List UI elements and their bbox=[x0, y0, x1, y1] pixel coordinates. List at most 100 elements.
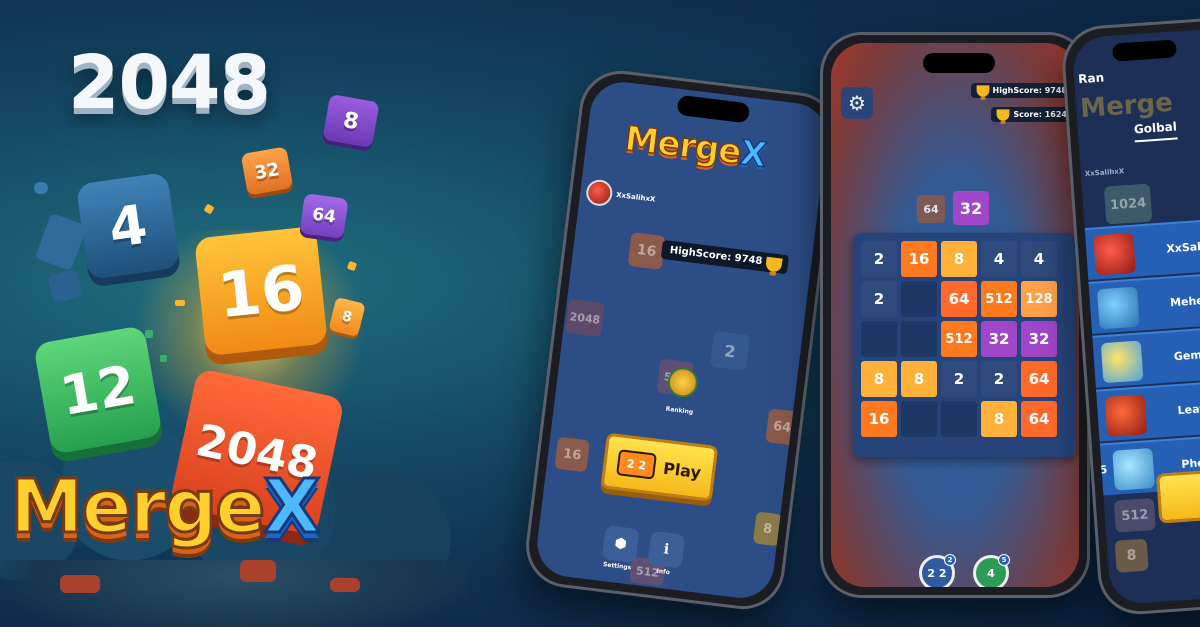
swap-booster-button[interactable]: 2 2 2 bbox=[919, 554, 956, 587]
ranking-button[interactable]: Ranking bbox=[664, 365, 700, 418]
board-tile[interactable]: 4 bbox=[981, 241, 1017, 277]
spark bbox=[160, 355, 167, 362]
info-button[interactable]: ℹ bbox=[647, 530, 686, 569]
bg-tile: 1024 bbox=[1103, 183, 1153, 225]
trophy-icon bbox=[765, 256, 783, 273]
settings-button[interactable]: ⚙ bbox=[841, 87, 873, 119]
board-tile[interactable]: 2 bbox=[861, 241, 897, 277]
trophy-icon bbox=[996, 109, 1010, 124]
bg-tile: 16 bbox=[627, 232, 666, 270]
blue-shard bbox=[46, 268, 84, 304]
board-tile[interactable]: 128 bbox=[1021, 281, 1057, 317]
board-tile[interactable]: 64 bbox=[941, 281, 977, 317]
settings-label: Settings bbox=[602, 561, 632, 572]
highscore-pill: HighScore: 9748 bbox=[660, 239, 790, 275]
bg-tile: 64 bbox=[765, 408, 800, 446]
blue-shard bbox=[34, 212, 88, 272]
board-tile[interactable]: 64 bbox=[1021, 401, 1057, 437]
player-name: Gem bbox=[1173, 348, 1200, 364]
avatar bbox=[1104, 394, 1148, 438]
merge-tiles-icon: 2 2 bbox=[616, 449, 657, 480]
board-tile[interactable]: 8 bbox=[981, 401, 1017, 437]
board-tile[interactable]: 8 bbox=[941, 241, 977, 277]
play-button-partial[interactable] bbox=[1155, 468, 1200, 524]
queued-tile: 64 bbox=[917, 195, 945, 223]
bg-tile: 2 bbox=[709, 330, 751, 371]
main-menu-screen: MergeX XxSalihxX 16 HighScore: 9748 2048… bbox=[533, 78, 831, 602]
board-tile[interactable]: 16 bbox=[901, 241, 937, 277]
ranking-header: Ran bbox=[1077, 70, 1105, 87]
board-tile[interactable]: 8 bbox=[861, 361, 897, 397]
mergex-logo: MergeX bbox=[8, 464, 322, 550]
dynamic-island bbox=[676, 94, 751, 124]
player-name: Meher bbox=[1169, 293, 1200, 310]
bg-tile: 8 bbox=[752, 511, 783, 547]
play-button[interactable]: 2 2 Play bbox=[600, 432, 719, 502]
cube-64: 64 bbox=[299, 193, 349, 239]
bg-tile: 16 bbox=[554, 436, 591, 473]
cube-8-purple: 8 bbox=[322, 94, 380, 148]
cube-16: 16 bbox=[194, 225, 328, 357]
booster-count: 5 bbox=[998, 554, 1010, 566]
bg-tile: 2048 bbox=[565, 298, 605, 338]
hammer-booster-button[interactable]: 4 5 bbox=[973, 554, 1010, 587]
board-tile[interactable]: 32 bbox=[981, 321, 1017, 357]
highscore-pill: HighScore: 9748 bbox=[970, 83, 1073, 100]
board-tile[interactable]: 16 bbox=[861, 401, 897, 437]
play-label: Play bbox=[662, 458, 703, 482]
hero-title: 2048 bbox=[68, 40, 271, 126]
current-user: XxSalihxX bbox=[1084, 167, 1125, 178]
blue-shard bbox=[34, 182, 48, 194]
board-empty-cell[interactable] bbox=[941, 401, 977, 437]
phone-main-menu: MergeX XxSalihxX 16 HighScore: 9748 2048… bbox=[521, 66, 843, 614]
board-empty-cell[interactable] bbox=[861, 321, 897, 357]
bg-tile: 512 bbox=[1113, 497, 1156, 533]
rubble bbox=[60, 575, 100, 593]
avatar bbox=[584, 178, 614, 208]
info-icon: ℹ bbox=[662, 541, 670, 558]
merge-tiles-icon: 2 2 bbox=[927, 566, 947, 580]
board-tile[interactable]: 2 bbox=[941, 361, 977, 397]
board-empty-cell[interactable] bbox=[901, 401, 937, 437]
board-tile[interactable]: 32 bbox=[1021, 321, 1057, 357]
highscore-text: HighScore: 9748 bbox=[669, 244, 763, 268]
player-name: XxSalih bbox=[1165, 239, 1200, 256]
score-text: Score: 1624 bbox=[1013, 110, 1067, 119]
info-label: Info bbox=[656, 567, 671, 577]
ranking-row[interactable]: XxSalih bbox=[1084, 214, 1200, 281]
board-tile[interactable]: 2 bbox=[861, 281, 897, 317]
menu-logo: MergeX bbox=[622, 118, 769, 176]
board-empty-cell[interactable] bbox=[901, 281, 937, 317]
ranking-trophy-icon bbox=[666, 365, 700, 400]
hammer-icon: 4 bbox=[987, 566, 995, 580]
board-tile[interactable]: 512 bbox=[941, 321, 977, 357]
ghost-logo: Merge bbox=[1079, 87, 1174, 125]
score-pill: Score: 1624 bbox=[991, 107, 1073, 124]
cube-4: 4 bbox=[75, 172, 181, 280]
board-tile[interactable]: 4 bbox=[1021, 241, 1057, 277]
board-tile[interactable]: 8 bbox=[901, 361, 937, 397]
game-screen: ⚙ HighScore: 9748 Score: 1624 64 32 2 16 8… bbox=[831, 43, 1079, 587]
rubble bbox=[240, 560, 276, 582]
phone-game-board: ⚙ HighScore: 9748 Score: 1624 64 32 2 16 8… bbox=[820, 32, 1090, 598]
settings-button[interactable]: ⬢ bbox=[601, 525, 640, 563]
next-tile: 32 bbox=[953, 191, 989, 225]
board-tile[interactable]: 64 bbox=[1021, 361, 1057, 397]
board-tile[interactable]: 512 bbox=[981, 281, 1017, 317]
booster-count: 2 bbox=[944, 554, 956, 566]
highscore-text: HighScore: 9748 bbox=[992, 86, 1067, 95]
board-empty-cell[interactable] bbox=[901, 321, 937, 357]
trophy-icon bbox=[976, 85, 989, 100]
cube-32: 32 bbox=[240, 146, 294, 196]
game-board[interactable]: 2 16 8 4 4 2 64 512 128 512 32 32 8 8 2 2 64 16 8 64 bbox=[853, 233, 1075, 457]
ground-shadow bbox=[0, 560, 470, 627]
avatar bbox=[1096, 286, 1140, 330]
avatar bbox=[1112, 447, 1155, 491]
tab-global[interactable]: Golbal bbox=[1133, 119, 1178, 143]
ranking-label: Ranking bbox=[665, 405, 694, 416]
board-tile[interactable]: 2 bbox=[981, 361, 1017, 397]
player-name: Leaf bbox=[1177, 402, 1200, 418]
avatar bbox=[1093, 232, 1136, 276]
username: XxSalihxX bbox=[615, 190, 656, 204]
user-profile[interactable]: XxSalihxX bbox=[584, 178, 657, 212]
